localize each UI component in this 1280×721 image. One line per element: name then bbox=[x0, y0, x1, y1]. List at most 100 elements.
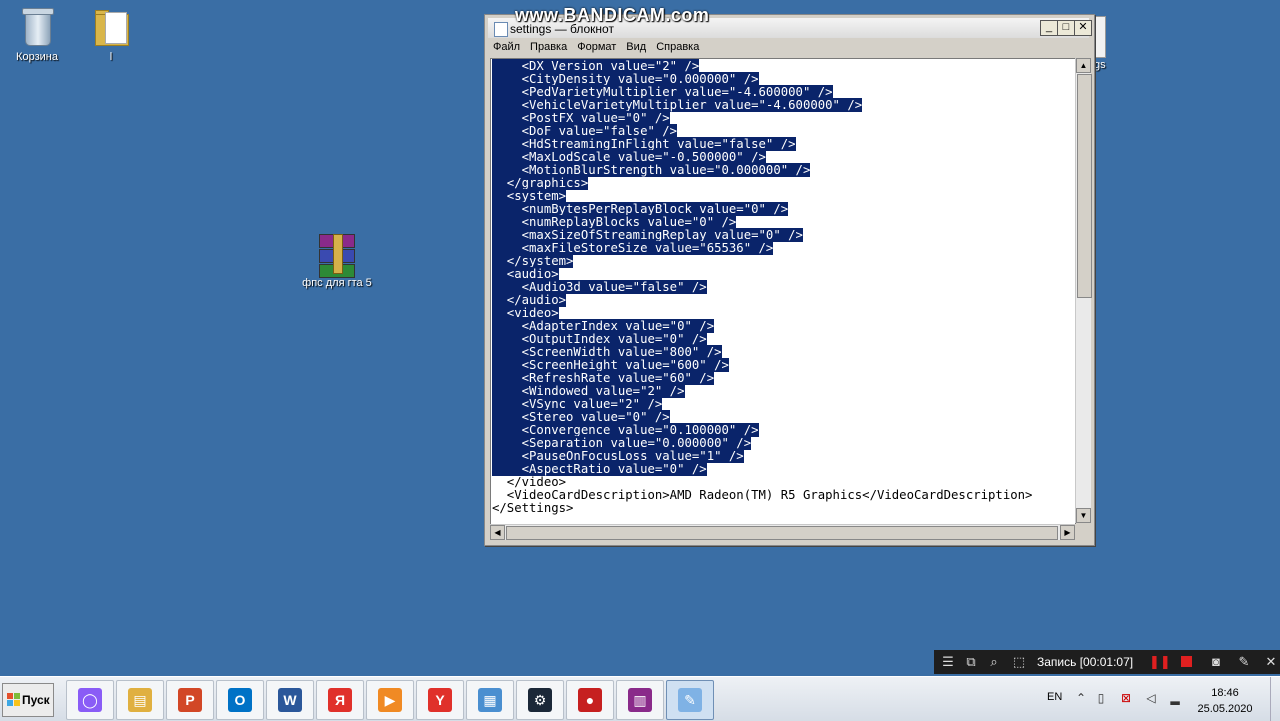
recycle-bin-icon bbox=[17, 6, 57, 48]
start-button[interactable]: Пуск bbox=[2, 683, 54, 717]
maximize-button[interactable]: □ bbox=[1057, 20, 1075, 36]
taskbar-app-yandex-browser[interactable]: Y bbox=[416, 680, 464, 720]
horizontal-scroll-thumb[interactable] bbox=[506, 526, 1058, 540]
system-clock[interactable]: 18:46 25.05.2020 bbox=[1190, 685, 1260, 717]
code-line-text: <maxFileStoreSize value="65536" /> bbox=[492, 241, 774, 255]
size-grip[interactable] bbox=[1075, 524, 1090, 539]
code-line-text: <ScreenWidth value="800" /> bbox=[492, 345, 722, 359]
word-icon: W bbox=[278, 688, 302, 712]
code-line-text: <PauseOnFocusLoss value="1" /> bbox=[492, 449, 744, 463]
start-label: Пуск bbox=[22, 693, 50, 707]
code-line-text: <audio> bbox=[492, 267, 559, 281]
code-line-text: <Separation value="0.000000" /> bbox=[492, 436, 752, 450]
code-line: </audio> bbox=[492, 293, 1075, 307]
code-line: </system> bbox=[492, 254, 1075, 268]
code-line-text: <MotionBlurStrength value="0.000000" /> bbox=[492, 163, 811, 177]
code-line-text: <PostFX value="0" /> bbox=[492, 111, 670, 125]
taskbar-app-yandex-alice[interactable]: ◯ bbox=[66, 680, 114, 720]
code-line-text: <MaxLodScale value="-0.500000" /> bbox=[492, 150, 766, 164]
draw-pen-icon[interactable]: ✎ bbox=[1236, 654, 1252, 670]
minimize-button[interactable]: _ bbox=[1040, 20, 1058, 36]
horizontal-scrollbar[interactable]: ◀ ▶ bbox=[490, 524, 1075, 540]
outlook-icon: O bbox=[228, 688, 252, 712]
scroll-left-arrow-icon[interactable]: ◀ bbox=[490, 525, 505, 540]
code-line-text: <Audio3d value="false" /> bbox=[492, 280, 707, 294]
clock-date: 25.05.2020 bbox=[1197, 703, 1253, 715]
taskbar-app-notepad[interactable]: ✎ bbox=[666, 680, 714, 720]
volume-icon[interactable]: ◁ bbox=[1144, 691, 1158, 705]
scroll-down-arrow-icon[interactable]: ▼ bbox=[1076, 508, 1091, 523]
close-icon[interactable]: ✕ bbox=[1263, 654, 1279, 670]
code-line: <VideoCardDescription>AMD Radeon(TM) R5 … bbox=[492, 489, 1075, 502]
signal-icon[interactable]: ▂ bbox=[1168, 691, 1182, 705]
code-line-text: <maxSizeOfStreamingReplay value="0" /> bbox=[492, 228, 803, 242]
vertical-scrollbar[interactable]: ▲ ▼ bbox=[1075, 58, 1092, 523]
hidden-desktop-icon[interactable] bbox=[1094, 16, 1106, 58]
code-line-text: <DX_Version value="2" /> bbox=[492, 59, 700, 73]
taskbar-app-outlook[interactable]: O bbox=[216, 680, 264, 720]
taskbar-app-control-panel[interactable]: ▦ bbox=[466, 680, 514, 720]
device-icon[interactable]: ▯ bbox=[1094, 691, 1108, 705]
code-line-text: </graphics> bbox=[492, 176, 589, 190]
desktop-icon-label-fragment: gs bbox=[1094, 59, 1106, 71]
scroll-up-arrow-icon[interactable]: ▲ bbox=[1076, 58, 1091, 73]
show-desktop-button[interactable] bbox=[1270, 677, 1280, 721]
text-editor[interactable]: <DX_Version value="2" /> <CityDensity va… bbox=[490, 58, 1076, 525]
pause-icon[interactable]: ❚❚ bbox=[1149, 654, 1171, 670]
menu-bar: Файл Правка Формат Вид Справка bbox=[488, 39, 1089, 57]
code-line-text: <Stereo value="0" /> bbox=[492, 410, 670, 424]
control-panel-icon: ▦ bbox=[478, 688, 502, 712]
window-mode-icon[interactable]: ⧉ bbox=[963, 654, 979, 670]
taskbar-app-media-player[interactable]: ▶ bbox=[366, 680, 414, 720]
code-line-text: <video> bbox=[492, 306, 559, 320]
folder-desktop-icon[interactable]: l bbox=[66, 6, 156, 63]
taskbar-app-word[interactable]: W bbox=[266, 680, 314, 720]
code-line-text: <VSync value="2" /> bbox=[492, 397, 663, 411]
taskbar-app-powerpoint[interactable]: P bbox=[166, 680, 214, 720]
winrar-icon: ▥ bbox=[628, 688, 652, 712]
menu-help[interactable]: Справка bbox=[651, 39, 704, 53]
close-button[interactable]: ✕ bbox=[1074, 20, 1092, 36]
taskbar: Пуск ◯ ▤ P O W Я ▶ Y ▦ ⚙ ● ▥ ✎ EN ⌃ ▯ ⊠ ◁ ▂ 18:46 25… bbox=[0, 676, 1280, 721]
menu-view[interactable]: Вид bbox=[621, 39, 651, 53]
menu-icon[interactable]: ☰ bbox=[940, 654, 956, 670]
language-indicator[interactable]: EN bbox=[1047, 691, 1062, 703]
code-line-text: <numBytesPerReplayBlock value="0" /> bbox=[492, 202, 789, 216]
bandicam-recording-bar: ☰ ⧉ ⌕ ⬚ Запись [00:01:07] ❚❚ ◙ ✎ ✕ bbox=[934, 650, 1280, 674]
scroll-right-arrow-icon[interactable]: ▶ bbox=[1060, 525, 1075, 540]
taskbar-app-steam[interactable]: ⚙ bbox=[516, 680, 564, 720]
vertical-scroll-thumb[interactable] bbox=[1077, 74, 1092, 298]
code-line-text: </audio> bbox=[492, 293, 567, 307]
notepad-icon bbox=[494, 22, 508, 37]
region-select-icon[interactable]: ⬚ bbox=[1011, 654, 1027, 670]
menu-format[interactable]: Формат bbox=[572, 39, 621, 53]
yandex-icon: Я bbox=[328, 688, 352, 712]
stop-icon[interactable] bbox=[1178, 654, 1194, 670]
zoom-select-icon[interactable]: ⌕ bbox=[986, 654, 1002, 670]
code-line-text: <AdapterIndex value="0" /> bbox=[492, 319, 715, 333]
code-line: <AspectRatio value="0" /> bbox=[492, 462, 1075, 476]
taskbar-app-explorer[interactable]: ▤ bbox=[116, 680, 164, 720]
taskbar-app-winrar[interactable]: ▥ bbox=[616, 680, 664, 720]
winrar-archive-icon bbox=[317, 232, 357, 278]
folder-icon bbox=[91, 6, 131, 48]
code-line: <Audio3d value="false" /> bbox=[492, 280, 1075, 294]
desktop-icon-label: фпс для гта 5 bbox=[302, 277, 372, 289]
menu-file[interactable]: Файл bbox=[488, 39, 525, 53]
powerpoint-icon: P bbox=[178, 688, 202, 712]
code-line-text: <CityDensity value="0.000000" /> bbox=[492, 72, 759, 86]
code-line-text: <PedVarietyMultiplier value="-4.600000" … bbox=[492, 85, 833, 99]
notepad-icon: ✎ bbox=[678, 688, 702, 712]
code-line-text: </system> bbox=[492, 254, 574, 268]
winrar-archive-desktop-icon[interactable]: фпс для гта 5 bbox=[292, 232, 382, 289]
taskbar-app-bandicam[interactable]: ● bbox=[566, 680, 614, 720]
taskbar-app-yandex[interactable]: Я bbox=[316, 680, 364, 720]
screenshot-camera-icon[interactable]: ◙ bbox=[1208, 654, 1224, 670]
show-hidden-icons-icon[interactable]: ⌃ bbox=[1074, 691, 1088, 705]
menu-edit[interactable]: Правка bbox=[525, 39, 572, 53]
code-line-text: </Settings> bbox=[492, 501, 574, 515]
network-warning-icon[interactable]: ⊠ bbox=[1119, 691, 1133, 705]
media-player-icon: ▶ bbox=[378, 688, 402, 712]
notepad-window: settings — блокнот _ □ ✕ Файл Правка Форма… bbox=[484, 14, 1095, 546]
windows-logo-icon bbox=[7, 693, 21, 707]
